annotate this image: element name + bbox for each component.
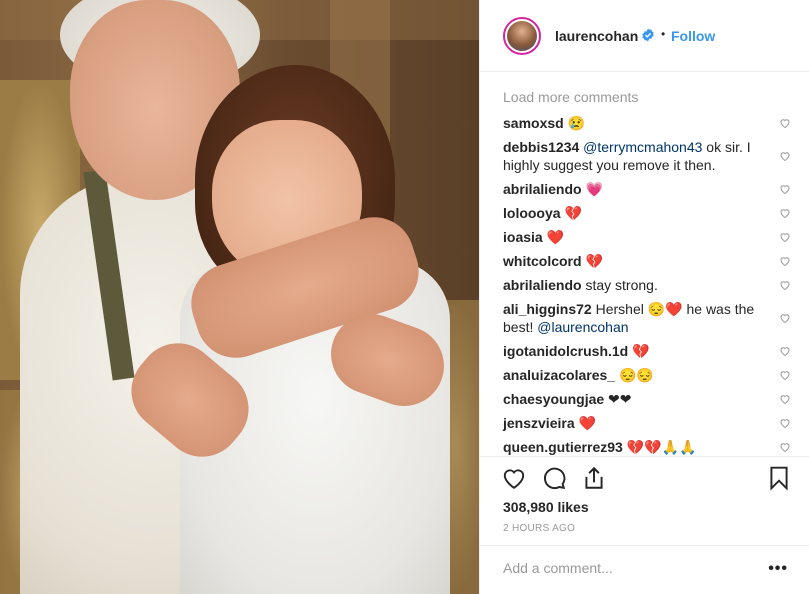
comment-item: ioasia ❤️	[503, 228, 773, 246]
post-timestamp[interactable]: 2 HOURS AGO	[503, 523, 575, 534]
comment-item: chaesyoungjae ❤❤	[503, 390, 773, 408]
comment-item: igotanidolcrush.1d 💔	[503, 342, 773, 360]
add-comment-input[interactable]	[503, 560, 753, 576]
comment-item: abrilaliendo stay strong.	[503, 276, 773, 294]
comment-username[interactable]: samoxsd	[503, 115, 564, 131]
comment-like-heart-icon[interactable]	[779, 417, 791, 429]
comment-username[interactable]: loloooya	[503, 205, 561, 221]
comment-item: abrilaliendo 💗	[503, 180, 773, 198]
comment-item: debbis1234 @terrymcmahon43 ok sir. I hig…	[503, 138, 773, 174]
comment-text: 💔	[632, 343, 650, 359]
comment-username[interactable]: ioasia	[503, 229, 543, 245]
comment-like-heart-icon[interactable]	[779, 117, 791, 129]
comment-item: loloooya 💔	[503, 204, 773, 222]
comment-text: 💗	[585, 181, 603, 197]
comment-like-heart-icon[interactable]	[779, 393, 791, 405]
post-header: laurencohan • Follow	[480, 0, 809, 72]
comment-item: analuizacolares_ 😔😔	[503, 366, 773, 384]
comment-like-heart-icon[interactable]	[779, 231, 791, 243]
comment-text: 😔😔	[618, 367, 654, 383]
separator-dot: •	[661, 27, 666, 41]
comment-text: ❤❤	[608, 391, 632, 407]
comment-item: queen.gutierrez93 💔💔🙏🙏	[503, 438, 773, 456]
follow-button[interactable]: Follow	[671, 28, 715, 44]
comment-like-heart-icon[interactable]	[779, 441, 791, 453]
verified-badge-icon	[642, 28, 654, 42]
post-photo[interactable]	[0, 0, 479, 594]
comment-like-heart-icon[interactable]	[779, 207, 791, 219]
comment-item: ali_higgins72 Hershel 😔❤️ he was the bes…	[503, 300, 773, 336]
comment-like-heart-icon[interactable]	[779, 279, 791, 291]
comment-username[interactable]: igotanidolcrush.1d	[503, 343, 628, 359]
comment-like-heart-icon[interactable]	[779, 255, 791, 267]
comment-like-heart-icon[interactable]	[779, 183, 791, 195]
comment-text: ❤️	[578, 415, 596, 431]
comment-like-heart-icon[interactable]	[779, 312, 791, 324]
comment-username[interactable]: chaesyoungjae	[503, 391, 604, 407]
heart-icon[interactable]	[501, 465, 527, 491]
comment-text: stay strong.	[585, 277, 658, 293]
post-side-panel: laurencohan • Follow Load more comments …	[479, 0, 809, 594]
post-actions: 308,980 likes 2 HOURS AGO •••	[480, 456, 809, 594]
comment-username[interactable]: queen.gutierrez93	[503, 439, 623, 455]
comment-username[interactable]: abrilaliendo	[503, 277, 582, 293]
comment-username[interactable]: whitcolcord	[503, 253, 582, 269]
share-icon[interactable]	[581, 465, 607, 491]
comment-list: Load more comments samoxsd 😢 debbis1234 …	[480, 72, 809, 456]
comment-item: jenszvieira ❤️	[503, 414, 773, 432]
comment-item: whitcolcord 💔	[503, 252, 773, 270]
bookmark-icon[interactable]	[766, 465, 792, 491]
like-count[interactable]: 308,980 likes	[503, 499, 589, 515]
comment-text: 💔	[564, 205, 582, 221]
avatar[interactable]	[503, 17, 541, 55]
comment-mention[interactable]: @laurencohan	[537, 319, 628, 335]
comment-like-heart-icon[interactable]	[779, 345, 791, 357]
more-options-button[interactable]: •••	[768, 560, 788, 578]
comment-item: samoxsd 😢	[503, 114, 773, 132]
comment-username[interactable]: analuizacolares_	[503, 367, 615, 383]
comment-username[interactable]: jenszvieira	[503, 415, 575, 431]
comment-like-heart-icon[interactable]	[779, 369, 791, 381]
comment-text: 💔	[585, 253, 603, 269]
add-comment-bar: •••	[480, 545, 809, 594]
username[interactable]: laurencohan	[555, 28, 638, 44]
comment-icon[interactable]	[541, 465, 567, 491]
load-more-comments-button[interactable]: Load more comments	[503, 89, 638, 105]
comment-username[interactable]: debbis1234	[503, 139, 579, 155]
comment-text: 💔💔🙏🙏	[626, 439, 697, 455]
comment-text: ❤️	[546, 229, 565, 245]
comment-mention[interactable]: @terrymcmahon43	[583, 139, 702, 155]
comment-username[interactable]: abrilaliendo	[503, 181, 582, 197]
comment-username[interactable]: ali_higgins72	[503, 301, 592, 317]
comment-like-heart-icon[interactable]	[779, 150, 791, 162]
comment-text: 😢	[567, 115, 586, 131]
